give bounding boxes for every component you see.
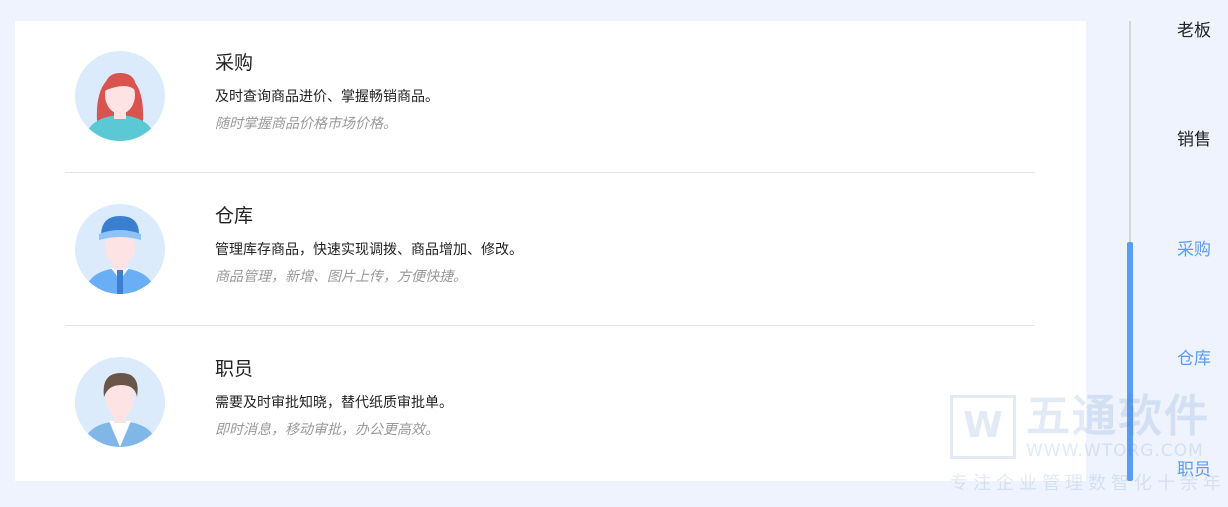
role-subtitle: 随时掌握商品价格市场价格。 [215, 116, 397, 132]
role-item-warehouse: 仓库 管理库存商品，快速实现调拨、商品增加、修改。 商品管理，新增、图片上传，方… [65, 174, 1035, 327]
role-subtitle: 即时消息，移动审批，办公更高效。 [215, 422, 439, 438]
role-description: 需要及时审批知晓，替代纸质审批单。 [215, 395, 453, 411]
role-title: 仓库 [215, 205, 254, 227]
role-title: 职员 [215, 358, 254, 380]
female-user-avatar-icon [75, 51, 165, 141]
watermark-url: WWW.WTORG.COM [1026, 441, 1204, 461]
nav-item-warehouse[interactable]: 仓库 [1177, 348, 1211, 370]
brand-watermark: W 五通软件 WWW.WTORG.COM 专注企业管理数智化十余年 [950, 391, 1221, 494]
watermark-slogan: 专注企业管理数智化十余年 [950, 473, 1226, 494]
watermark-logo-icon: W [950, 395, 1016, 459]
role-title: 采购 [215, 52, 254, 74]
roles-card: 采购 及时查询商品进价、掌握畅销商品。 随时掌握商品价格市场价格。 仓库 管理库… [15, 21, 1086, 481]
warehouse-worker-avatar-icon [75, 204, 165, 294]
nav-item-sales[interactable]: 销售 [1177, 129, 1211, 151]
divider [65, 172, 1035, 173]
role-item-staff: 职员 需要及时审批知晓，替代纸质审批单。 即时消息，移动审批，办公更高效。 [65, 327, 1035, 480]
divider [65, 325, 1035, 326]
nav-item-boss[interactable]: 老板 [1177, 20, 1211, 42]
role-item-purchase: 采购 及时查询商品进价、掌握畅销商品。 随时掌握商品价格市场价格。 [65, 21, 1035, 174]
role-description: 及时查询商品进价、掌握畅销商品。 [215, 89, 439, 105]
role-subtitle: 商品管理，新增、图片上传，方便快捷。 [215, 269, 467, 285]
role-description: 管理库存商品，快速实现调拨、商品增加、修改。 [215, 242, 523, 258]
watermark-name: 五通软件 [1026, 391, 1210, 442]
nav-item-purchase[interactable]: 采购 [1177, 239, 1211, 261]
male-staff-avatar-icon [75, 357, 165, 447]
